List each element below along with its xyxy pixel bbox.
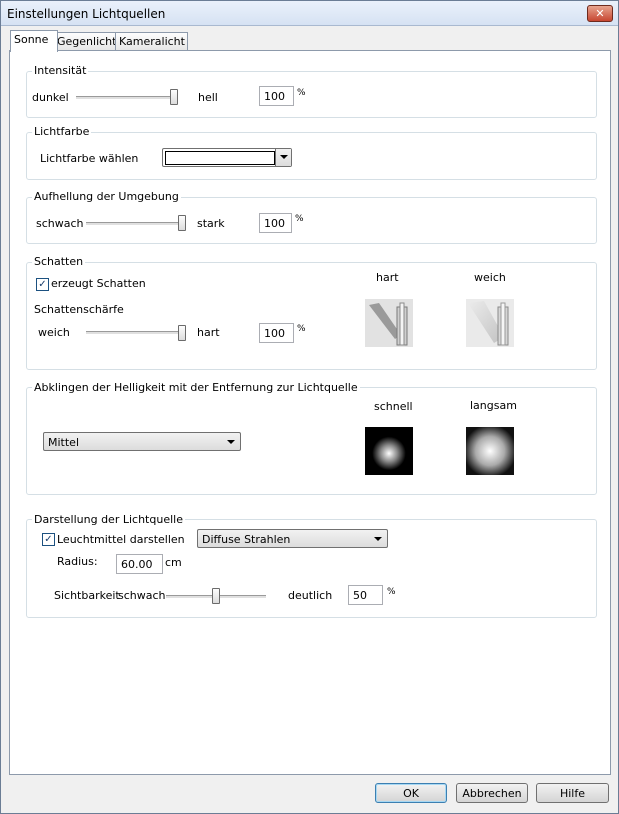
cancel-button[interactable]: Abbrechen — [456, 783, 528, 803]
title-bar: Einstellungen Lichtquellen ✕ — [1, 1, 618, 26]
close-button[interactable]: ✕ — [587, 5, 613, 22]
fast-falloff-preview-image — [365, 427, 413, 475]
ambient-min-label: schwach — [36, 217, 84, 230]
tab-sonne[interactable]: Sonne — [10, 30, 58, 52]
shadow-max-label: hart — [197, 326, 220, 339]
window-title: Einstellungen Lichtquellen — [7, 7, 166, 21]
shadow-sharpness-label: Schattenschärfe — [34, 303, 124, 316]
light-color-dropdown-button[interactable] — [275, 149, 291, 166]
radius-label: Radius: — [57, 555, 98, 568]
falloff-select[interactable]: Mittel — [43, 432, 241, 451]
visibility-unit: % — [387, 587, 396, 597]
help-button[interactable]: Hilfe — [536, 783, 609, 803]
visibility-min-label: schwach — [118, 589, 166, 602]
intensity-slider-track[interactable] — [76, 96, 178, 100]
ambient-max-label: stark — [197, 217, 225, 230]
ambient-group-label: Aufhellung der Umgebung — [32, 190, 181, 203]
visibility-max-label: deutlich — [288, 589, 333, 602]
ambient-group — [26, 197, 597, 244]
tab-gegenlicht-label: Gegenlicht — [57, 35, 117, 48]
intensity-unit: % — [297, 88, 306, 98]
close-icon: ✕ — [595, 7, 605, 20]
ambient-value-input[interactable]: 100 — [259, 213, 292, 233]
radius-input[interactable]: 60.00 — [116, 554, 163, 574]
light-color-picker[interactable] — [162, 148, 292, 167]
visibility-slider-thumb[interactable] — [212, 588, 220, 604]
falloff-fast-preview-label: schnell — [374, 400, 413, 413]
intensity-group-label: Intensität — [32, 64, 89, 77]
show-source-label: Leuchtmittel darstellen — [57, 533, 185, 546]
source-display-group-label: Darstellung der Lichtquelle — [32, 513, 185, 526]
shadow-slider-thumb[interactable] — [178, 325, 186, 341]
ambient-unit: % — [295, 214, 304, 224]
light-color-group-label: Lichtfarbe — [32, 125, 92, 138]
chevron-down-icon — [280, 155, 288, 159]
radius-unit: cm — [165, 556, 182, 569]
soft-shadow-preview-image — [466, 299, 514, 347]
dialog-window: Einstellungen Lichtquellen ✕ Sonne Gegen… — [0, 0, 619, 814]
intensity-slider-thumb[interactable] — [170, 89, 178, 105]
shadow-soft-preview-label: weich — [474, 271, 506, 284]
ambient-slider-track[interactable] — [86, 222, 186, 226]
chevron-down-icon — [374, 537, 382, 541]
visibility-value-input[interactable]: 50 — [348, 585, 383, 605]
intensity-min-label: dunkel — [32, 91, 69, 104]
visibility-label: Sichtbarkeit — [54, 589, 120, 602]
source-mode-select[interactable]: Diffuse Strahlen — [197, 529, 388, 548]
source-mode-selected: Diffuse Strahlen — [202, 533, 291, 546]
ok-button[interactable]: OK — [375, 783, 447, 803]
shadow-value-input[interactable]: 100 — [259, 323, 294, 343]
tab-sonne-label: Sonne — [14, 33, 49, 46]
shadow-group-label: Schatten — [32, 255, 86, 268]
falloff-group-label: Abklingen der Helligkeit mit der Entfern… — [32, 381, 360, 394]
falloff-selected: Mittel — [48, 436, 79, 449]
ambient-slider-thumb[interactable] — [178, 215, 186, 231]
chevron-down-icon — [227, 440, 235, 444]
tab-kameralicht-label: Kameralicht — [119, 35, 185, 48]
tab-panel-sonne: Intensität dunkel hell 100 % Lichtfarbe … — [9, 50, 611, 775]
tab-gegenlicht[interactable]: Gegenlicht — [53, 32, 120, 51]
shadow-cast-checkbox[interactable]: ✓ — [36, 278, 49, 291]
light-color-label: Lichtfarbe wählen — [40, 152, 139, 165]
shadow-unit: % — [297, 324, 306, 334]
tab-kameralicht[interactable]: Kameralicht — [115, 32, 188, 51]
intensity-group — [26, 71, 597, 118]
shadow-slider-track[interactable] — [86, 331, 186, 335]
show-source-checkbox[interactable]: ✓ — [42, 533, 55, 546]
intensity-value-input[interactable]: 100 — [259, 86, 294, 106]
slow-falloff-preview-image — [466, 427, 514, 475]
light-color-swatch — [165, 151, 275, 165]
hard-shadow-preview-image — [365, 299, 413, 347]
shadow-cast-label: erzeugt Schatten — [51, 277, 146, 290]
shadow-hard-preview-label: hart — [376, 271, 399, 284]
shadow-min-label: weich — [38, 326, 70, 339]
falloff-slow-preview-label: langsam — [470, 399, 517, 412]
intensity-max-label: hell — [198, 91, 218, 104]
